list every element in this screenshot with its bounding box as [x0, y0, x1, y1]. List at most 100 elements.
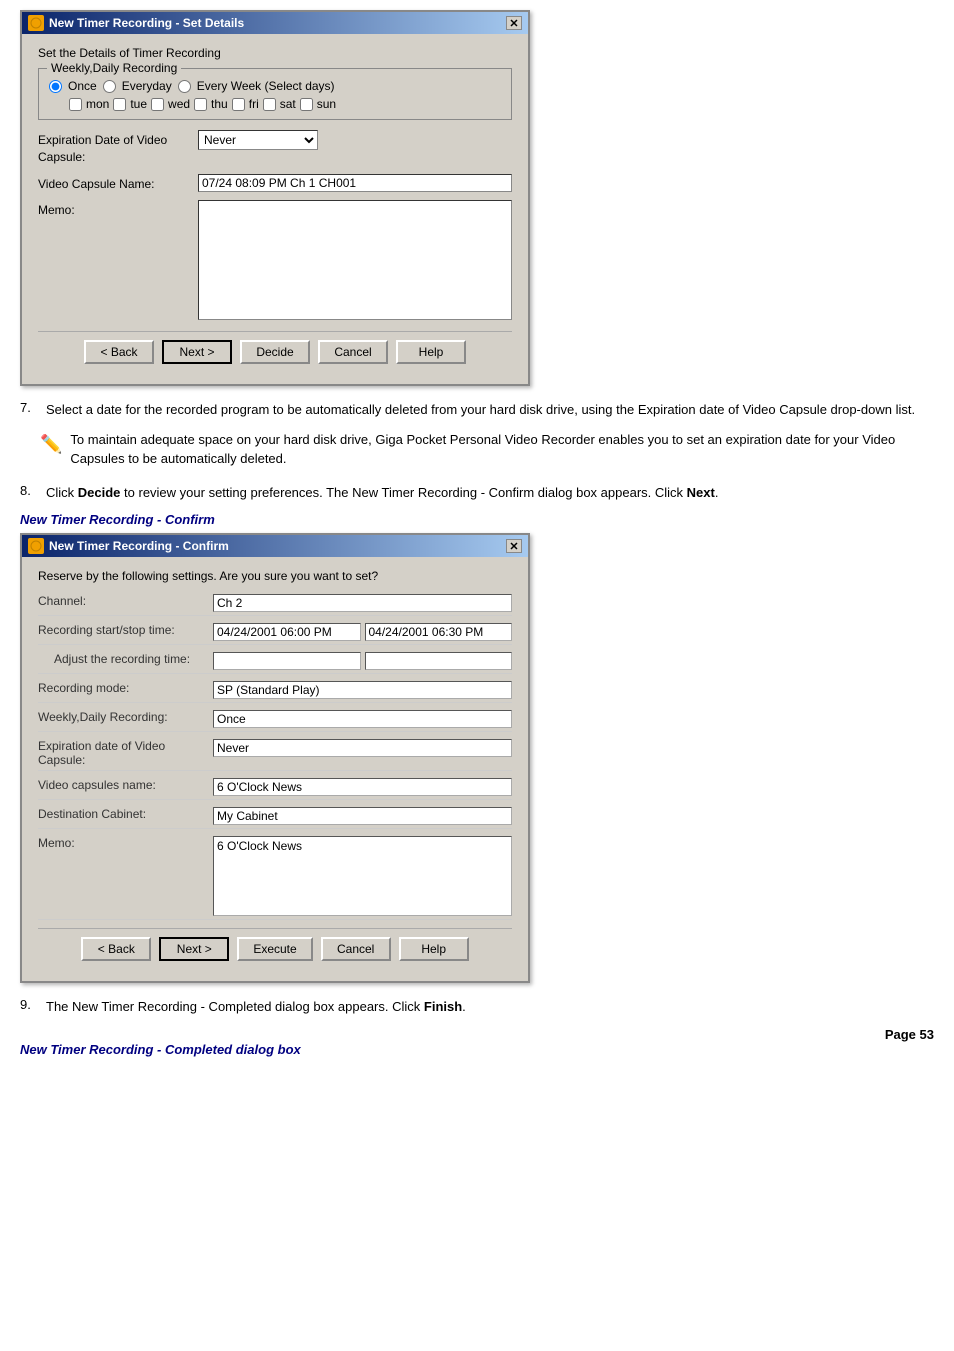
confirm-channel-value: Ch 2 [213, 594, 512, 612]
confirm-titlebar: New Timer Recording - Confirm ✕ [22, 535, 528, 557]
page-number: Page 53 [20, 1027, 934, 1042]
capsule-name-row: Video Capsule Name: [38, 174, 512, 193]
completed-section-heading: New Timer Recording - Completed dialog b… [20, 1042, 934, 1057]
checkbox-thu[interactable] [194, 98, 207, 111]
confirm-dialog: New Timer Recording - Confirm ✕ Reserve … [20, 533, 530, 983]
capsule-name-input[interactable] [198, 174, 512, 192]
set-details-title: New Timer Recording - Set Details [49, 16, 244, 30]
memo-value [198, 200, 512, 323]
dialog1-button-bar: < Back Next > Decide Cancel Help [38, 331, 512, 372]
memo-textarea[interactable] [198, 200, 512, 320]
confirm-memo-value: 6 O'Clock News [213, 836, 512, 916]
expiration-select[interactable]: Never [198, 130, 318, 150]
instruction-8: 8. Click Decide to review your setting p… [20, 483, 934, 503]
expiration-row: Expiration Date of Video Capsule: Never [38, 130, 512, 166]
note-icon: ✏️ [40, 431, 62, 469]
checkbox-wed[interactable] [151, 98, 164, 111]
radio-everyday-label: Everyday [122, 79, 172, 93]
confirm-mode-row: Recording mode: SP (Standard Play) [38, 678, 512, 703]
confirm-weekly-label: Weekly,Daily Recording: [38, 710, 213, 724]
set-details-titlebar: New Timer Recording - Set Details ✕ [22, 12, 528, 34]
set-details-dialog: New Timer Recording - Set Details ✕ Set … [20, 10, 530, 386]
confirm-expiration-value: Never [213, 739, 512, 757]
next-button[interactable]: Next > [162, 340, 232, 364]
groupbox-title: Weekly,Daily Recording [47, 61, 181, 75]
label-wed: wed [168, 97, 190, 111]
confirm-section-heading: New Timer Recording - Confirm [20, 512, 934, 527]
confirm-channel-row: Channel: Ch 2 [38, 591, 512, 616]
radio-once[interactable] [49, 80, 62, 93]
decide-bold: Decide [78, 485, 121, 500]
confirm-stop-value: 04/24/2001 06:30 PM [365, 623, 513, 641]
confirm-weekly-row: Weekly,Daily Recording: Once [38, 707, 512, 732]
capsule-name-label: Video Capsule Name: [38, 174, 198, 193]
confirm-body: Reserve by the following settings. Are y… [22, 557, 528, 981]
checkbox-sun[interactable] [300, 98, 313, 111]
instruction-7-num: 7. [20, 400, 38, 420]
confirm-subtitle: Reserve by the following settings. Are y… [38, 569, 512, 583]
expiration-value: Never [198, 130, 512, 150]
confirm-help-button[interactable]: Help [399, 937, 469, 961]
confirm-startStop-label: Recording start/stop time: [38, 623, 213, 637]
titlebar-left: New Timer Recording - Set Details [28, 15, 244, 31]
capsule-name-value [198, 174, 512, 192]
confirm-adjust-values [213, 652, 512, 670]
confirm-dialog-icon [28, 538, 44, 554]
checkbox-sat[interactable] [263, 98, 276, 111]
confirm-cancel-button[interactable]: Cancel [321, 937, 391, 961]
execute-button[interactable]: Execute [237, 937, 312, 961]
radio-everyweek[interactable] [178, 80, 191, 93]
memo-label: Memo: [38, 200, 198, 219]
recurrence-radio-row: Once Everyday Every Week (Select days) [49, 79, 501, 93]
radio-everyday[interactable] [103, 80, 116, 93]
confirm-close-button[interactable]: ✕ [506, 539, 522, 553]
confirm-mode-label: Recording mode: [38, 681, 213, 695]
label-sun: sun [317, 97, 336, 111]
confirm-start-value: 04/24/2001 06:00 PM [213, 623, 361, 641]
instruction-9-text: The New Timer Recording - Completed dial… [46, 997, 466, 1017]
confirm-capsule-value: 6 O'Clock News [213, 778, 512, 796]
note-1: ✏️ To maintain adequate space on your ha… [40, 430, 934, 469]
confirm-capsule-label: Video capsules name: [38, 778, 213, 792]
confirm-expiration-row: Expiration date of Video Capsule: Never [38, 736, 512, 771]
confirm-title: New Timer Recording - Confirm [49, 539, 229, 553]
checkbox-mon[interactable] [69, 98, 82, 111]
back-button[interactable]: < Back [84, 340, 154, 364]
instruction-7-text: Select a date for the recorded program t… [46, 400, 915, 420]
help-button[interactable]: Help [396, 340, 466, 364]
confirm-startStop-values: 04/24/2001 06:00 PM 04/24/2001 06:30 PM [213, 623, 512, 641]
finish-bold: Finish [424, 999, 462, 1014]
instruction-7: 7. Select a date for the recorded progra… [20, 400, 934, 420]
confirm-titlebar-left: New Timer Recording - Confirm [28, 538, 229, 554]
confirm-cabinet-value: My Cabinet [213, 807, 512, 825]
label-sat: sat [280, 97, 296, 111]
instruction-8-text: Click Decide to review your setting pref… [46, 483, 718, 503]
next-bold: Next [687, 485, 715, 500]
radio-once-label: Once [68, 79, 97, 93]
label-thu: thu [211, 97, 228, 111]
confirm-memo-text: 6 O'Clock News [217, 839, 302, 853]
checkbox-tue[interactable] [113, 98, 126, 111]
label-mon: mon [86, 97, 109, 111]
decide-button[interactable]: Decide [240, 340, 310, 364]
dialog2-button-bar: < Back Next > Execute Cancel Help [38, 928, 512, 969]
confirm-adjust-label: Adjust the recording time: [38, 652, 213, 666]
confirm-channel-label: Channel: [38, 594, 213, 608]
close-button[interactable]: ✕ [506, 16, 522, 30]
expiration-label: Expiration Date of Video Capsule: [38, 130, 198, 166]
confirm-adjust-start [213, 652, 361, 670]
cancel-button[interactable]: Cancel [318, 340, 388, 364]
confirm-cabinet-label: Destination Cabinet: [38, 807, 213, 821]
confirm-next-button[interactable]: Next > [159, 937, 229, 961]
confirm-back-button[interactable]: < Back [81, 937, 151, 961]
dialog-icon [28, 15, 44, 31]
radio-everyweek-label: Every Week (Select days) [197, 79, 335, 93]
confirm-expiration-label: Expiration date of Video Capsule: [38, 739, 213, 767]
note-1-text: To maintain adequate space on your hard … [70, 430, 934, 469]
weekly-daily-groupbox: Weekly,Daily Recording Once Everyday Eve… [38, 68, 512, 120]
day-checkboxes-row: mon tue wed thu fri sat sun [49, 97, 501, 111]
confirm-adjust-end [365, 652, 513, 670]
confirm-capsule-row: Video capsules name: 6 O'Clock News [38, 775, 512, 800]
checkbox-fri[interactable] [232, 98, 245, 111]
set-details-body: Set the Details of Timer Recording Weekl… [22, 34, 528, 384]
